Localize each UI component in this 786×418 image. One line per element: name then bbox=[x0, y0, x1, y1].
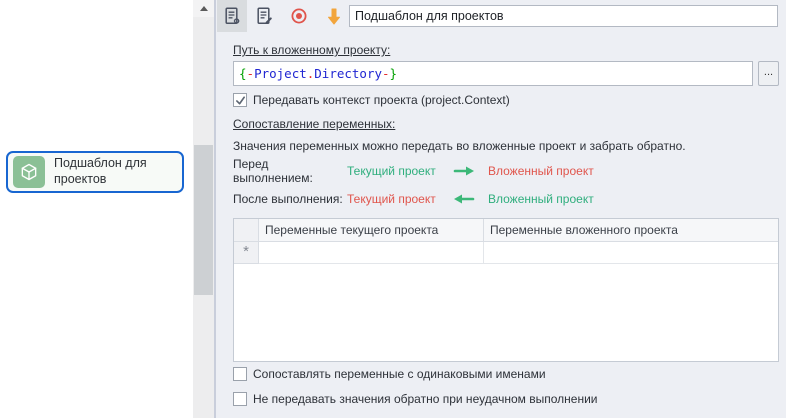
table-corner-cell[interactable] bbox=[234, 219, 259, 241]
down-arrow-icon bbox=[328, 8, 340, 25]
action-properties-panel: Путь к вложенному проекту: {-Project.Dir… bbox=[214, 0, 786, 418]
table-cell-nested-project[interactable] bbox=[484, 242, 778, 264]
after-run-row: После выполнения: Текущий проект Вложенн… bbox=[233, 191, 594, 207]
checkmark-icon bbox=[235, 95, 245, 105]
match-names-checkbox[interactable]: Сопоставлять переменные с одинаковыми им… bbox=[233, 367, 546, 381]
browse-button[interactable]: ... bbox=[758, 61, 779, 86]
table-header-row: Переменные текущего проекта Переменные в… bbox=[234, 219, 778, 242]
action-card-subtemplate[interactable]: Подшаблон для проектов bbox=[6, 151, 184, 193]
variables-table: Переменные текущего проекта Переменные в… bbox=[233, 218, 779, 362]
no-return-checkbox-label: Не передавать значения обратно при неуда… bbox=[253, 392, 598, 406]
toolbar bbox=[216, 0, 786, 32]
scrollbar-up-button[interactable] bbox=[193, 0, 214, 17]
after-run-target: Вложенный проект bbox=[488, 192, 594, 206]
table-header-nested-project[interactable]: Переменные вложенного проекта bbox=[484, 219, 778, 241]
table-header-current-project[interactable]: Переменные текущего проекта bbox=[259, 219, 484, 241]
after-run-label: После выполнения: bbox=[233, 192, 343, 206]
vertical-scrollbar[interactable] bbox=[193, 0, 214, 418]
action-title-input[interactable] bbox=[349, 5, 778, 27]
properties-view-button[interactable] bbox=[217, 0, 247, 32]
edit-code-button[interactable] bbox=[249, 0, 279, 32]
match-names-checkbox-label: Сопоставлять переменные с одинаковыми им… bbox=[253, 367, 546, 381]
path-token: - bbox=[382, 66, 390, 81]
arrow-right-icon bbox=[453, 166, 475, 176]
path-section-label[interactable]: Путь к вложенному проекту: bbox=[233, 43, 390, 57]
table-new-row: * bbox=[234, 242, 778, 264]
action-card-label: Подшаблон для проектов bbox=[54, 156, 147, 186]
scrollbar-thumb[interactable] bbox=[194, 145, 213, 295]
before-run-row: Перед выполнением: Текущий проект Вложен… bbox=[233, 157, 594, 185]
document-settings-icon bbox=[225, 7, 240, 24]
project-path-input[interactable]: {-Project.Directory-} bbox=[233, 61, 753, 86]
document-edit-icon bbox=[257, 7, 272, 24]
scrollbar-up-icon bbox=[199, 6, 208, 11]
path-token: } bbox=[389, 66, 398, 81]
arrow-left-icon bbox=[453, 194, 475, 204]
path-token: Directory bbox=[314, 66, 383, 81]
no-return-checkbox[interactable]: Не передавать значения обратно при неуда… bbox=[233, 392, 598, 406]
path-token: - bbox=[246, 66, 255, 81]
context-checkbox-box[interactable] bbox=[233, 93, 247, 107]
mapping-description: Значения переменных можно передать во вл… bbox=[233, 139, 686, 153]
table-cell-current-project[interactable] bbox=[259, 242, 484, 264]
new-row-marker: * bbox=[234, 242, 259, 264]
before-run-target: Вложенный проект bbox=[488, 164, 594, 178]
move-down-button[interactable] bbox=[319, 0, 349, 32]
before-run-source: Текущий проект bbox=[347, 164, 436, 178]
path-row: {-Project.Directory-} ... bbox=[233, 61, 779, 86]
cube-icon bbox=[13, 156, 45, 188]
no-return-checkbox-box[interactable] bbox=[233, 392, 247, 406]
subtemplate-action-editor: Подшаблон для проектов Подшаблон для про… bbox=[0, 0, 786, 418]
before-run-label: Перед выполнением: bbox=[233, 157, 313, 185]
mapping-section-label[interactable]: Сопоставление переменных: bbox=[233, 117, 395, 131]
record-icon bbox=[291, 8, 307, 24]
context-checkbox[interactable]: Передавать контекст проекта (project.Con… bbox=[233, 93, 510, 107]
context-checkbox-label: Передавать контекст проекта (project.Con… bbox=[253, 93, 510, 107]
path-token: { bbox=[239, 66, 247, 81]
path-token: Project bbox=[254, 66, 307, 81]
record-button[interactable] bbox=[284, 0, 314, 32]
actions-list-panel: Подшаблон для проектов bbox=[0, 0, 193, 418]
match-names-checkbox-box[interactable] bbox=[233, 367, 247, 381]
after-run-source: Текущий проект bbox=[347, 192, 436, 206]
